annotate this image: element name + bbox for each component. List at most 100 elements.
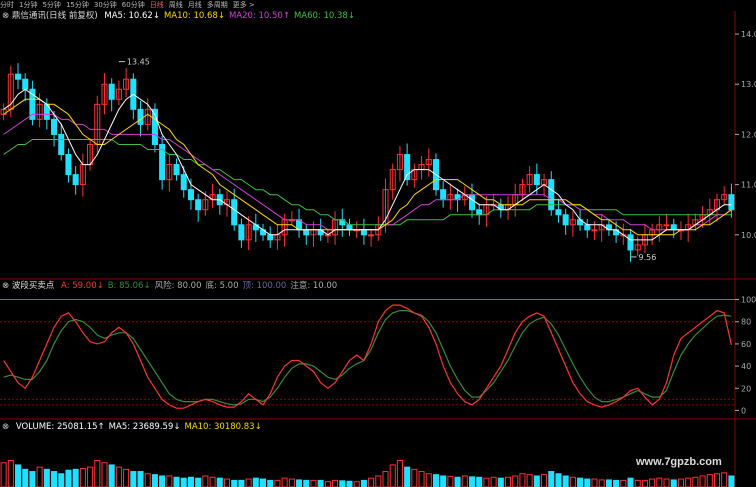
volume-bar [620, 479, 627, 487]
volume-bar [375, 475, 382, 487]
volume-bar [404, 466, 411, 487]
volume-bar [303, 479, 310, 487]
volume-bar [627, 477, 634, 487]
candle-body [238, 224, 245, 241]
price-annotation-label: 13.45 [127, 58, 150, 67]
candle-body [440, 189, 447, 201]
volume-bar [396, 460, 403, 487]
price-annotation-label: 9.56 [639, 253, 657, 262]
candle-body [22, 78, 29, 90]
volume-bar [339, 480, 346, 487]
candle-body [346, 224, 353, 231]
volume-bar [577, 477, 584, 487]
volume-bar [641, 479, 648, 487]
volume-bar [432, 474, 439, 487]
candle-body [303, 229, 310, 236]
volume-bar [94, 460, 101, 487]
ma60-line [3, 139, 732, 226]
volume-bar [411, 468, 418, 487]
volume-bar [166, 475, 173, 487]
price-tick-label: 13.00 [741, 80, 756, 89]
candle-body [670, 224, 677, 231]
volume-bar [14, 464, 22, 487]
candle-body [533, 174, 540, 186]
candle-body [555, 209, 562, 216]
volume-bar [685, 477, 692, 487]
volume-bar [65, 469, 72, 487]
candle-body [58, 133, 65, 156]
candle-body [51, 118, 58, 135]
volume-bar [699, 475, 706, 487]
volume-bar [425, 473, 432, 487]
volume-bar [137, 471, 144, 487]
volume-bar [461, 475, 468, 487]
candle-body [476, 209, 483, 216]
volume-bar [58, 473, 65, 487]
volume-bar [79, 467, 86, 487]
candle-body [231, 199, 238, 226]
volume-bar [195, 477, 202, 487]
volume-bar [497, 477, 504, 487]
volume-bar [252, 477, 259, 487]
volume-bar [187, 476, 194, 487]
volume-bar [548, 471, 555, 487]
volume-bar [526, 474, 533, 487]
volume-bar [490, 476, 497, 487]
candle-body [562, 214, 569, 226]
volume-bar [151, 474, 158, 487]
stock-chart[interactable]: 14.00 13.00 12.00 11.00 10.00 13.45 9.56 100 80 6… [0, 0, 756, 487]
volume-bar [569, 476, 576, 487]
candle-body [72, 174, 79, 186]
volume-bar [216, 477, 223, 487]
volume-bar [476, 476, 483, 487]
volume-bar [454, 476, 461, 487]
volume-bar [223, 478, 231, 487]
candle-body [195, 199, 202, 211]
volume-bar [649, 478, 656, 487]
indicator-line-b [3, 310, 732, 406]
volume-bar [296, 479, 303, 487]
candle-body [108, 83, 115, 100]
volume-bar [324, 481, 331, 487]
volume-bar [504, 476, 512, 487]
volume-bar [281, 477, 288, 487]
volume-bar [418, 471, 425, 487]
volume-bar [0, 462, 7, 487]
volume-bar [346, 480, 353, 487]
volume-bar [692, 476, 699, 487]
volume-bar [7, 460, 14, 487]
volume-bar [310, 479, 317, 487]
ma5-line [3, 88, 732, 241]
volume-bar [468, 476, 476, 487]
volume-bar [562, 475, 569, 487]
volume-bar [512, 475, 519, 487]
price-tick-label: 10.00 [741, 231, 756, 240]
volume-bar [706, 474, 713, 487]
volume-bar [584, 478, 591, 487]
indicator-tick-label: 100 [741, 296, 756, 305]
volume-bar [677, 478, 684, 487]
volume-bar [713, 473, 721, 487]
volume-bar [663, 478, 670, 487]
volume-bar [115, 466, 122, 487]
volume-bar [656, 477, 663, 487]
volume-bar [173, 476, 180, 487]
volume-bar [72, 468, 79, 487]
volume-bar [447, 475, 454, 487]
candle-body [548, 179, 555, 211]
volume-bar [533, 475, 540, 487]
price-tick-label: 11.00 [741, 181, 756, 190]
volume-bar [101, 462, 108, 487]
candle-body [173, 164, 180, 176]
candle-body [180, 174, 187, 191]
volume-bar [634, 479, 641, 487]
volume-bar [202, 475, 209, 487]
volume-bar [382, 471, 389, 487]
candle-body [360, 229, 367, 236]
candle-body [591, 229, 598, 232]
watermark-text: www.7gpzb.com [636, 456, 722, 468]
candle-body [584, 224, 591, 231]
indicator-tick-label: 60 [741, 340, 751, 349]
price-tick-label: 14.00 [741, 30, 756, 39]
candle-body [267, 234, 274, 241]
